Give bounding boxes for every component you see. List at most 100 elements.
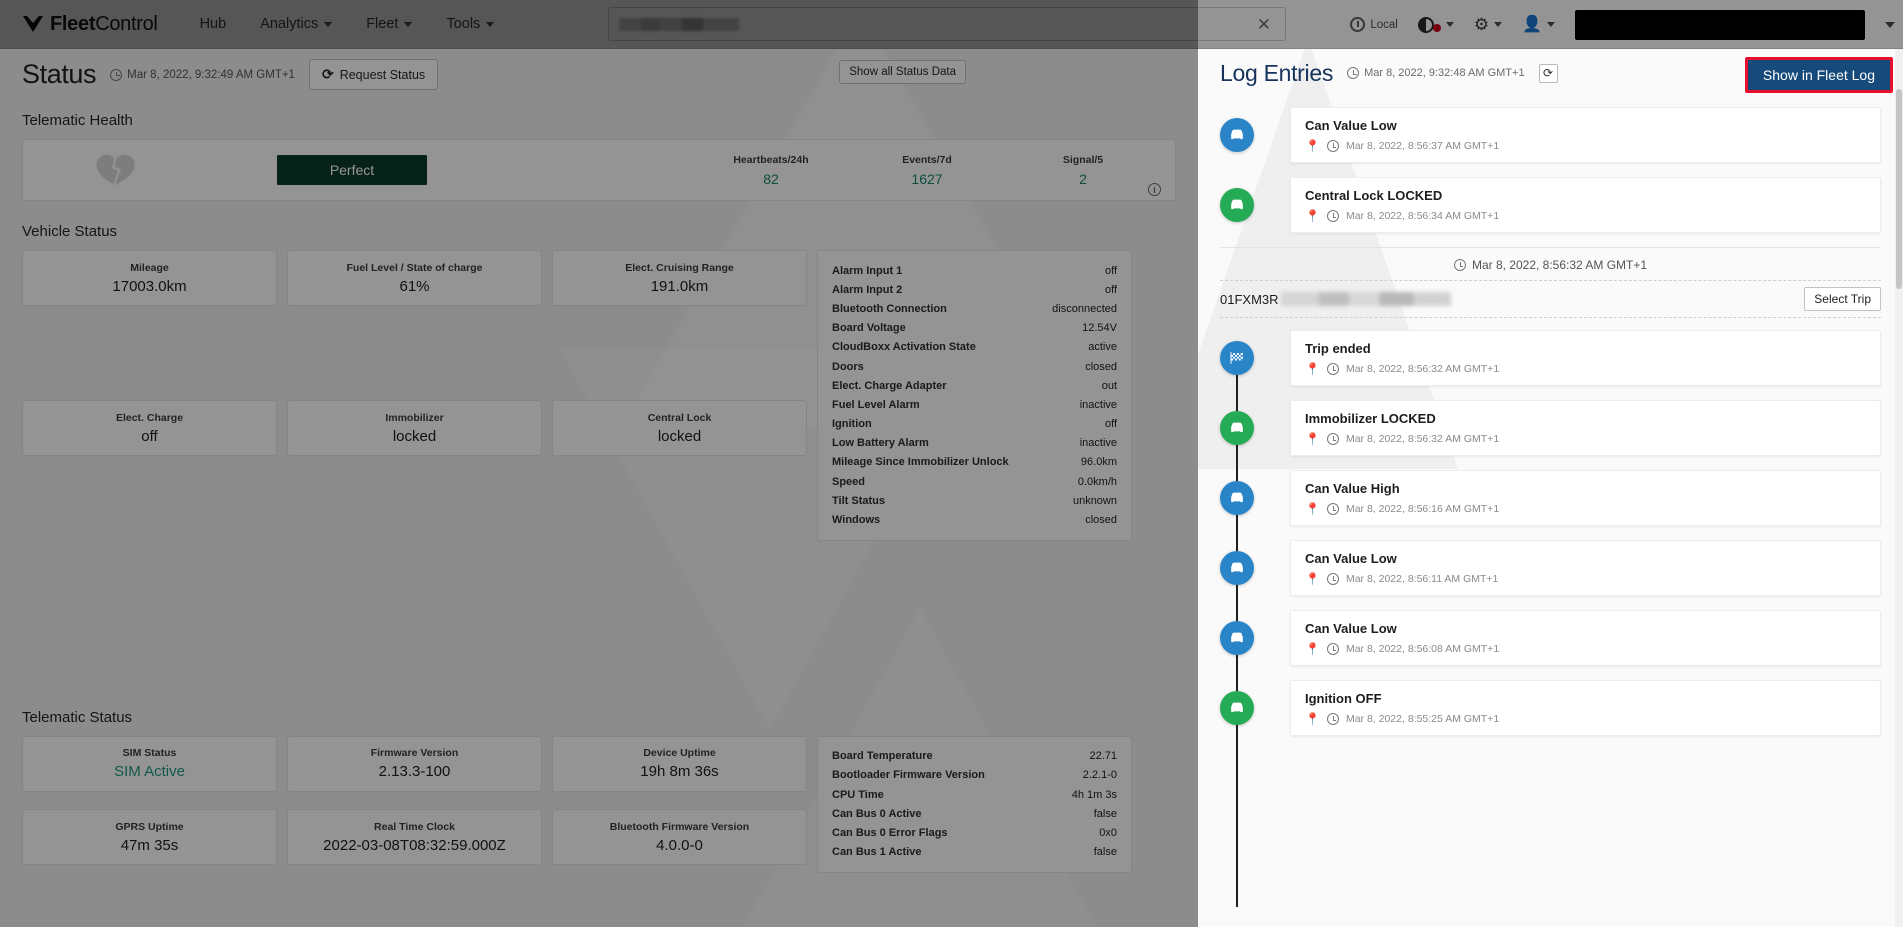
nav-item-analytics[interactable]: Analytics: [260, 16, 333, 32]
health-metric: Events/7d 1627: [849, 154, 1005, 187]
log-entry-card[interactable]: Trip ended 📍 Mar 8, 2022, 8:56:32 AM GMT+1: [1290, 330, 1881, 386]
log-entry-card[interactable]: Central Lock LOCKED 📍 Mar 8, 2022, 8:56:34…: [1290, 177, 1881, 233]
detail-row: CloudBoxx Activation State active: [832, 338, 1117, 357]
log-scrollbar-thumb[interactable]: [1896, 89, 1902, 289]
detail-value: inactive: [1079, 398, 1117, 411]
environment-indicator[interactable]: Local: [1350, 17, 1398, 32]
trip-id-row: 01FXM3R Select Trip: [1220, 280, 1881, 318]
request-status-button[interactable]: ⟳ Request Status: [308, 59, 439, 90]
status-card-label: Elect. Charge: [115, 411, 184, 424]
log-entry-meta: 📍 Mar 8, 2022, 8:56:32 AM GMT+1: [1305, 363, 1866, 375]
map-pin-icon[interactable]: 📍: [1305, 363, 1320, 375]
status-card: Immobilizer locked: [287, 400, 542, 457]
request-status-label: Request Status: [339, 67, 426, 82]
log-entry-meta: 📍 Mar 8, 2022, 8:56:08 AM GMT+1: [1305, 643, 1866, 655]
detail-value: inactive: [1079, 437, 1117, 450]
log-entries-panel: Log Entries Mar 8, 2022, 9:32:48 AM GMT+…: [1198, 49, 1903, 927]
search-input[interactable]: ✕: [608, 7, 1286, 41]
health-metric-value: 2: [1079, 170, 1087, 187]
health-overall-badge: Perfect: [277, 155, 427, 185]
detail-row: Board Voltage 12.54V: [832, 319, 1117, 338]
detail-row: CPU Time 4h 1m 3s: [832, 785, 1117, 804]
health-metric: Heartbeats/24h 82: [693, 154, 849, 187]
fleet-v-logo-icon: [23, 16, 43, 32]
divider: [1220, 247, 1881, 248]
map-pin-icon[interactable]: 📍: [1305, 503, 1320, 515]
status-card: Elect. Cruising Range 191.0km: [552, 250, 807, 306]
detail-label: Can Bus 0 Error Flags: [832, 826, 948, 839]
status-card: Bluetooth Firmware Version 4.0.0-0: [552, 809, 807, 866]
log-entry-card[interactable]: Immobilizer LOCKED 📍 Mar 8, 2022, 8:56:32 …: [1290, 400, 1881, 456]
brand-name: FleetControl: [50, 13, 158, 36]
log-entry[interactable]: Ignition OFF 📍 Mar 8, 2022, 8:55:25 AM GMT…: [1220, 680, 1881, 736]
map-pin-icon[interactable]: 📍: [1305, 433, 1320, 445]
log-entry-title: Can Value Low: [1305, 621, 1397, 636]
log-entry[interactable]: Immobilizer LOCKED 📍 Mar 8, 2022, 8:56:32 …: [1220, 400, 1881, 456]
select-trip-button[interactable]: Select Trip: [1804, 287, 1881, 311]
detail-row: Doors closed: [832, 357, 1117, 376]
status-card: Real Time Clock 2022-03-08T08:32:59.000Z: [287, 809, 542, 866]
detail-row: Alarm Input 2 off: [832, 280, 1117, 299]
close-icon[interactable]: ✕: [1257, 16, 1271, 33]
detail-value: off: [1104, 283, 1117, 296]
show-in-fleet-log-button[interactable]: Show in Fleet Log: [1744, 57, 1893, 93]
detail-label: Tilt Status: [832, 494, 885, 507]
map-pin-icon[interactable]: 📍: [1305, 713, 1320, 725]
detail-row: Bootloader Firmware Version 2.2.1-0: [832, 766, 1117, 785]
nav-item-label: Fleet: [366, 16, 399, 32]
log-entry[interactable]: Can Value Low 📍 Mar 8, 2022, 8:56:37 AM GM…: [1220, 107, 1881, 163]
log-entry-title: Can Value Low: [1305, 551, 1397, 566]
log-entry-meta: 📍 Mar 8, 2022, 8:55:25 AM GMT+1: [1305, 713, 1866, 725]
detail-label: Windows: [832, 514, 881, 527]
map-pin-icon[interactable]: 📍: [1305, 140, 1320, 152]
contrast-toggle[interactable]: [1417, 16, 1454, 33]
log-entry-card[interactable]: Can Value Low 📍 Mar 8, 2022, 8:56:37 AM GM…: [1290, 107, 1881, 163]
nav-item-fleet[interactable]: Fleet: [366, 16, 413, 32]
detail-label: Fuel Level Alarm: [832, 398, 920, 411]
status-card-label: Fuel Level / State of charge: [346, 261, 483, 274]
log-entry[interactable]: Central Lock LOCKED 📍 Mar 8, 2022, 8:56:34…: [1220, 177, 1881, 233]
log-scrollbar[interactable]: [1895, 49, 1903, 927]
brand-logo[interactable]: FleetControl: [22, 13, 158, 36]
log-entry[interactable]: Can Value Low 📍 Mar 8, 2022, 8:56:08 AM GM…: [1220, 610, 1881, 666]
nav-item-tools[interactable]: Tools: [446, 16, 495, 32]
log-entry[interactable]: Can Value Low 📍 Mar 8, 2022, 8:56:11 AM GM…: [1220, 540, 1881, 596]
detail-label: Alarm Input 1: [832, 264, 903, 277]
trip-id-prefix: 01FXM3R: [1220, 291, 1279, 307]
nav-item-hub[interactable]: Hub: [200, 16, 227, 32]
log-entry[interactable]: Trip ended 📍 Mar 8, 2022, 8:56:32 AM GMT+1: [1220, 330, 1881, 386]
health-metric-value: 1627: [911, 170, 943, 187]
chevron-down-icon[interactable]: [1885, 21, 1895, 28]
app-root: Status Mar 8, 2022, 9:32:49 AM GMT+1 ⟳ R…: [0, 0, 1903, 927]
detail-label: Bootloader Firmware Version: [832, 769, 985, 782]
log-entry-time: Mar 8, 2022, 8:56:08 AM GMT+1: [1345, 643, 1500, 655]
status-card-value: off: [141, 427, 158, 445]
log-entries-group: Can Value Low 📍 Mar 8, 2022, 8:56:37 AM GM…: [1220, 107, 1881, 233]
vehicle-status-cards: Mileage 17003.0km Fuel Level / State of ch…: [22, 250, 807, 541]
status-card: SIM Status SIM Active: [22, 735, 277, 792]
search-value-redacted: [619, 17, 739, 31]
log-entry-card[interactable]: Ignition OFF 📍 Mar 8, 2022, 8:55:25 AM GMT…: [1290, 680, 1881, 736]
log-entry-card[interactable]: Can Value Low 📍 Mar 8, 2022, 8:56:08 AM GM…: [1290, 610, 1881, 666]
status-card: Mileage 17003.0km: [22, 250, 277, 306]
log-entry[interactable]: Can Value High 📍 Mar 8, 2022, 8:56:16 AM G…: [1220, 470, 1881, 526]
detail-label: Board Temperature: [832, 750, 933, 763]
map-pin-icon[interactable]: 📍: [1305, 643, 1320, 655]
telematic-status-details: Board Temperature 22.71 Bootloader Firmwar…: [817, 735, 1132, 873]
map-pin-icon[interactable]: 📍: [1305, 210, 1320, 222]
vehicle-selector-redacted[interactable]: [1575, 9, 1865, 40]
account-menu[interactable]: 👤: [1522, 16, 1555, 33]
status-card: Central Lock locked: [552, 400, 807, 457]
status-card-value: 2.13.3-100: [378, 763, 451, 781]
log-entry-card[interactable]: Can Value Low 📍 Mar 8, 2022, 8:56:11 AM GM…: [1290, 540, 1881, 596]
show-all-status-data-button[interactable]: Show all Status Data: [839, 60, 966, 84]
health-metric: Signal/5 2: [1005, 154, 1161, 187]
refresh-log-button[interactable]: ⟳: [1538, 63, 1558, 83]
info-icon[interactable]: i: [1148, 183, 1161, 196]
clock-icon: [1326, 573, 1339, 585]
heart-broken-icon: [96, 154, 135, 186]
trip-separator: Mar 8, 2022, 8:56:32 AM GMT+1 01FXM3R Se…: [1220, 247, 1881, 318]
settings-menu[interactable]: ⚙: [1474, 16, 1503, 33]
map-pin-icon[interactable]: 📍: [1305, 573, 1320, 585]
log-entry-card[interactable]: Can Value High 📍 Mar 8, 2022, 8:56:16 AM G…: [1290, 470, 1881, 526]
